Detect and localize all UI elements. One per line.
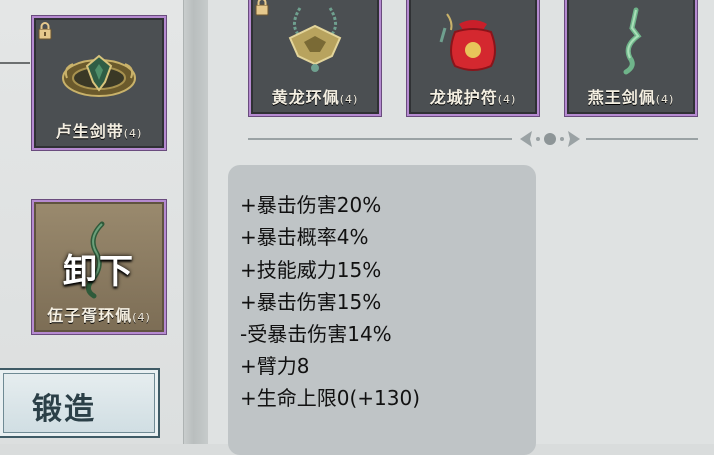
section-divider-right [586,138,698,140]
forge-button[interactable]: 锻造 [0,368,160,438]
item-name: 龙城护符 [429,88,498,107]
item-count: (4) [123,127,143,140]
item-count: (4) [655,93,675,106]
section-divider-left [248,138,512,140]
inventory-item-longcheng[interactable]: 龙城护符(4) [406,0,540,117]
stat-line: +技能威力15% [240,258,382,282]
stat-line: -受暴击伤害14% [240,322,392,346]
inventory-item-huanglong[interactable]: 黄龙环佩(4) [248,0,382,117]
inventory-item-yanwang[interactable]: 燕王剑佩(4) [564,0,698,117]
equipped-slot-pendant[interactable]: 卸下 伍子胥环佩(4) [31,199,167,335]
item-count: (4) [497,93,517,106]
stat-line: +暴击概率4% [240,225,369,249]
jade-pendant-icon [288,7,342,72]
slot-label: 卢生剑带(4) [34,118,164,142]
stat-line: +臂力8 [240,354,310,378]
item-name: 黄龙环佩 [271,88,340,107]
slot-label: 龙城护符(4) [409,84,537,108]
item-name: 卢生剑带 [55,122,124,141]
belt-icon [62,54,136,97]
red-pouch-icon [439,13,496,71]
slot-label: 黄龙环佩(4) [251,84,379,108]
stat-line: +暴击伤害15% [240,290,382,314]
unequip-button[interactable]: 卸下 [34,244,164,293]
panel-divider-strip [183,0,209,444]
decorative-line [0,62,30,64]
item-name: 伍子胥环佩 [47,306,133,325]
equipped-slot-belt[interactable]: 卢生剑带(4) [31,15,167,151]
lock-icon [38,22,52,40]
stat-line: +生命上限0(+130) [240,386,421,410]
lock-icon [255,0,269,16]
forge-label: 锻造 [32,392,96,427]
slot-label: 燕王剑佩(4) [567,84,695,108]
divider-ornament-icon [520,131,580,147]
slot-label: 伍子胥环佩(4) [34,302,164,326]
item-count: (4) [339,93,359,106]
item-name: 燕王剑佩 [587,88,656,107]
item-count: (4) [132,311,151,324]
equipped-panel: 卢生剑带(4) 卸下 伍子胥环佩(4) 锻造 [0,0,183,444]
green-sword-pendant-icon [623,7,642,75]
stat-line: +暴击伤害20% [240,193,382,217]
